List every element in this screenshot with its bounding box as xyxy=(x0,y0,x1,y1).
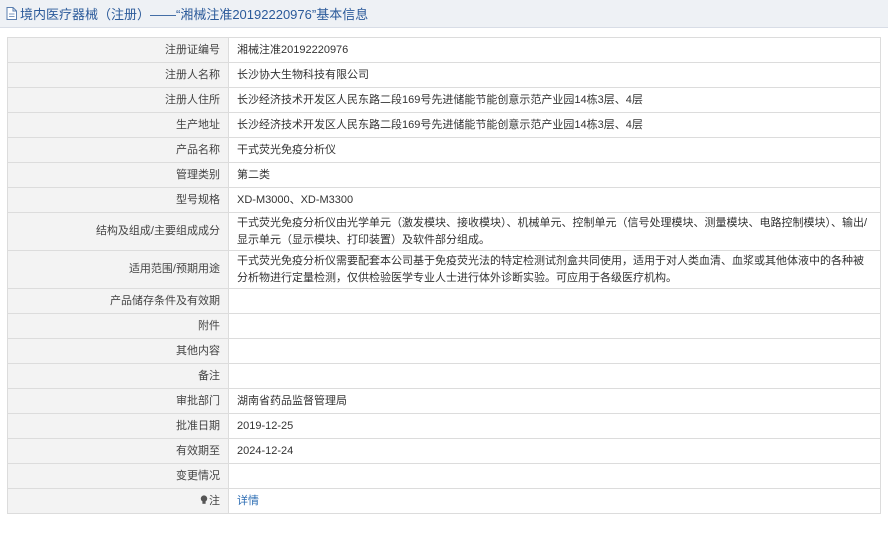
table-row: 变更情况 xyxy=(7,463,881,489)
document-icon xyxy=(6,7,17,20)
table-row: 注册人名称 长沙协大生物科技有限公司 xyxy=(7,62,881,88)
details-link[interactable]: 详情 xyxy=(237,495,259,507)
field-value: 2024-12-24 xyxy=(228,438,881,464)
table-row: 注册证编号 湘械注准20192220976 xyxy=(7,37,881,63)
field-label: 审批部门 xyxy=(7,388,229,414)
field-label: 变更情况 xyxy=(7,463,229,489)
field-value: XD-M3000、XD-M3300 xyxy=(228,187,881,213)
field-label: 注册人住所 xyxy=(7,87,229,113)
field-label: 产品名称 xyxy=(7,137,229,163)
field-label: 附件 xyxy=(7,313,229,339)
table-row: 产品名称 干式荧光免疫分析仪 xyxy=(7,137,881,163)
field-label: 管理类别 xyxy=(7,162,229,188)
page-title: 境内医疗器械（注册）——“湘械注准20192220976”基本信息 xyxy=(20,7,369,22)
field-label: 批准日期 xyxy=(7,413,229,439)
field-value: 长沙经济技术开发区人民东路二段169号先进储能节能创意示范产业园14栋3层、4层 xyxy=(228,87,881,113)
field-value xyxy=(228,363,881,389)
field-value: 干式荧光免疫分析仪由光学单元（激发模块、接收模块）、机械单元、控制单元（信号处理… xyxy=(228,212,881,251)
table-row: 备注 xyxy=(7,363,881,389)
field-value: 2019-12-25 xyxy=(228,413,881,439)
field-value: 第二类 xyxy=(228,162,881,188)
table-row: 批准日期 2019-12-25 xyxy=(7,413,881,439)
field-value xyxy=(228,338,881,364)
note-label-cell: 注 xyxy=(7,488,229,514)
field-value: 长沙经济技术开发区人民东路二段169号先进储能节能创意示范产业园14栋3层、4层 xyxy=(228,112,881,138)
field-value: 湖南省药品监督管理局 xyxy=(228,388,881,414)
field-value: 干式荧光免疫分析仪需要配套本公司基于免疫荧光法的特定检测试剂盒共同使用，适用于对… xyxy=(228,250,881,289)
field-label: 有效期至 xyxy=(7,438,229,464)
note-row: 注 详情 xyxy=(7,488,881,514)
field-label: 产品储存条件及有效期 xyxy=(7,288,229,314)
table-row: 生产地址 长沙经济技术开发区人民东路二段169号先进储能节能创意示范产业园14栋… xyxy=(7,112,881,138)
table-row: 型号规格 XD-M3000、XD-M3300 xyxy=(7,187,881,213)
table-row: 结构及组成/主要组成成分 干式荧光免疫分析仪由光学单元（激发模块、接收模块）、机… xyxy=(7,212,881,251)
table-row: 附件 xyxy=(7,313,881,339)
note-value-cell: 详情 xyxy=(228,488,881,514)
field-label: 生产地址 xyxy=(7,112,229,138)
detail-table: 注册证编号 湘械注准20192220976 注册人名称 长沙协大生物科技有限公司… xyxy=(7,37,881,514)
table-row: 审批部门 湖南省药品监督管理局 xyxy=(7,388,881,414)
field-label: 备注 xyxy=(7,363,229,389)
table-row: 其他内容 xyxy=(7,338,881,364)
field-value: 干式荧光免疫分析仪 xyxy=(228,137,881,163)
field-label: 注册人名称 xyxy=(7,62,229,88)
table-row: 有效期至 2024-12-24 xyxy=(7,438,881,464)
lightbulb-icon xyxy=(200,494,208,504)
note-label: 注 xyxy=(209,494,220,507)
field-label: 适用范围/预期用途 xyxy=(7,250,229,289)
table-row: 注册人住所 长沙经济技术开发区人民东路二段169号先进储能节能创意示范产业园14… xyxy=(7,87,881,113)
field-label: 型号规格 xyxy=(7,187,229,213)
field-value xyxy=(228,313,881,339)
field-value xyxy=(228,288,881,314)
field-label: 其他内容 xyxy=(7,338,229,364)
table-row: 管理类别 第二类 xyxy=(7,162,881,188)
page-header: 境内医疗器械（注册）——“湘械注准20192220976”基本信息 xyxy=(0,0,888,28)
field-value xyxy=(228,463,881,489)
table-row: 适用范围/预期用途 干式荧光免疫分析仪需要配套本公司基于免疫荧光法的特定检测试剂… xyxy=(7,250,881,289)
field-value: 长沙协大生物科技有限公司 xyxy=(228,62,881,88)
field-value: 湘械注准20192220976 xyxy=(228,37,881,63)
table-row: 产品储存条件及有效期 xyxy=(7,288,881,314)
field-label: 注册证编号 xyxy=(7,37,229,63)
field-label: 结构及组成/主要组成成分 xyxy=(7,212,229,251)
